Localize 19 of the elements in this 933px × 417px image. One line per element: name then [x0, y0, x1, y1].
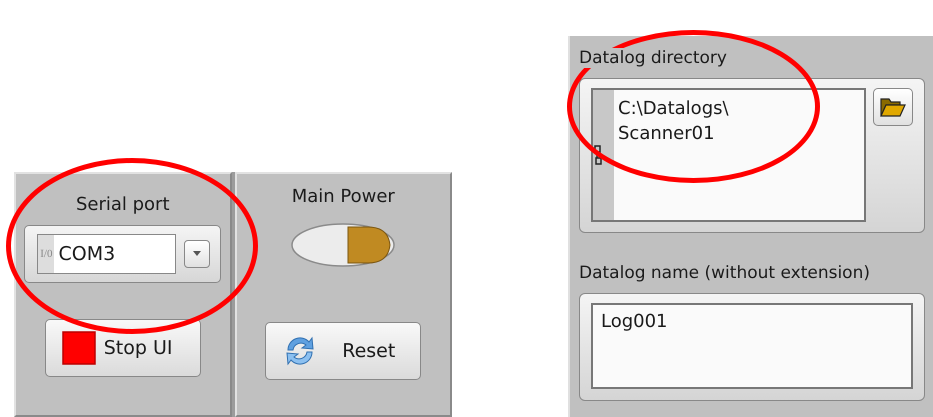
datalog-name-field[interactable]: Log001 — [591, 303, 913, 389]
dropdown-button[interactable] — [184, 240, 210, 268]
datalog-directory-field[interactable]: C:\Datalogs\ Scanner01 — [591, 88, 866, 222]
caret-icon — [192, 251, 202, 257]
stop-square-icon — [62, 331, 96, 365]
path-text-line: Scanner01 — [618, 122, 716, 146]
serial-port-control[interactable]: I/0 COM3 — [24, 225, 222, 283]
browse-button[interactable] — [873, 88, 913, 126]
serial-port-value: COM3 — [58, 243, 116, 265]
power-switch[interactable] — [290, 221, 396, 269]
serial-port-label: Serial port — [76, 194, 170, 215]
stop-ui-button[interactable]: Stop UI — [44, 319, 201, 377]
path-text-line: C:\Datalogs\ — [618, 97, 729, 121]
folder-icon — [880, 96, 906, 118]
io-label: I/0 — [38, 235, 54, 273]
datalog-name-label: Datalog name (without extension) — [579, 263, 870, 283]
reset-button[interactable]: Reset — [265, 322, 422, 380]
main-power-label: Main Power — [292, 186, 395, 207]
datalog-directory-label: Datalog directory — [579, 48, 727, 68]
